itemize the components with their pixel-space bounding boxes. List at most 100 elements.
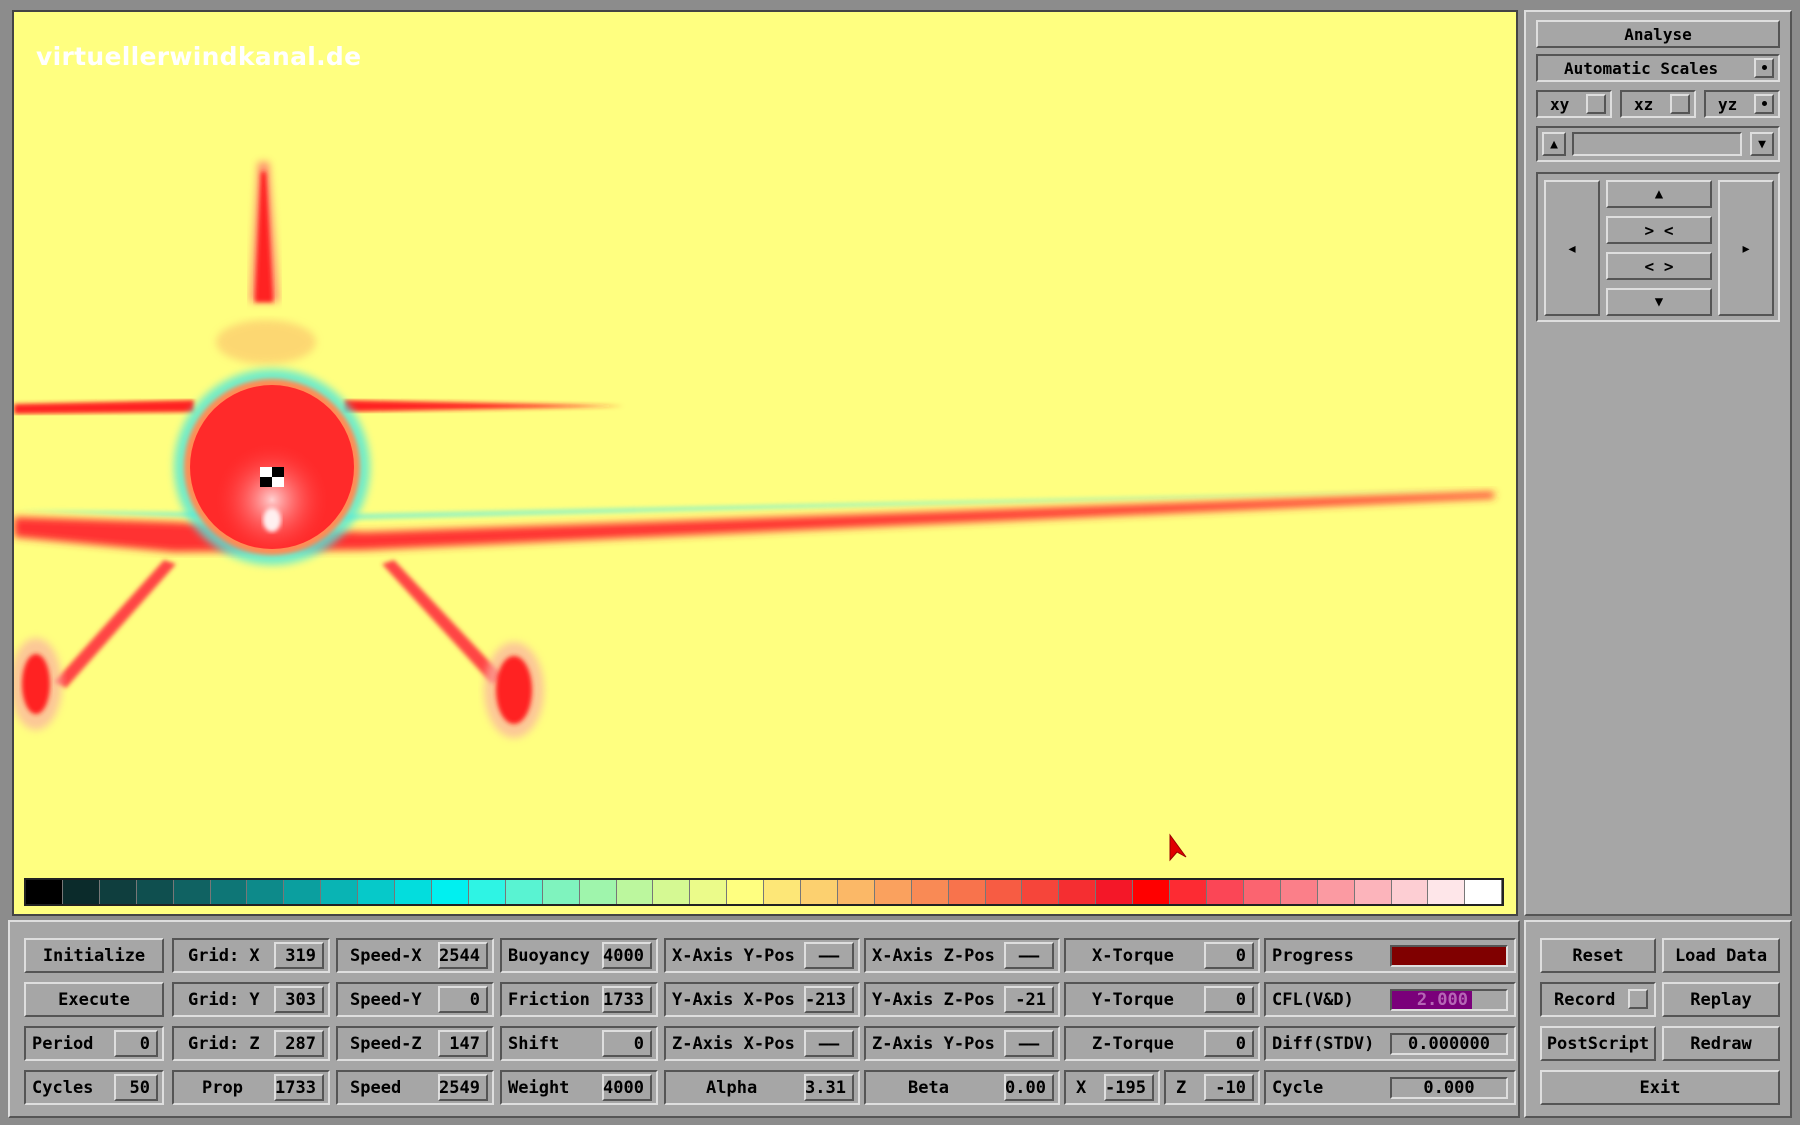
cfl-field: CFL(V&D) 2.000	[1264, 982, 1516, 1017]
x-axis-z-pos-value[interactable]: ——	[1004, 942, 1054, 969]
pan-right-button[interactable]: ▸	[1718, 180, 1774, 316]
x-torque-value[interactable]: 0	[1204, 942, 1254, 969]
x-axis-y-pos-label: X-Axis Y-Pos	[672, 945, 795, 966]
reset-button[interactable]: Reset	[1540, 938, 1656, 973]
zoom-out-button[interactable]: < >	[1606, 252, 1712, 280]
zoom-in-button[interactable]: > <	[1606, 216, 1712, 244]
view-control-panel: Analyse Automatic Scales xy xz yz ▲ ▼ ◂ …	[1524, 10, 1792, 916]
alpha-label: Alpha	[706, 1077, 758, 1098]
progress-bar	[1390, 944, 1508, 967]
color-scale-swatch	[542, 880, 580, 904]
record-checkbox[interactable]	[1628, 989, 1648, 1009]
friction-value[interactable]: 1733	[602, 986, 652, 1013]
z-axis-x-pos-value[interactable]: ——	[804, 1030, 854, 1057]
replay-label: Replay	[1690, 989, 1752, 1010]
initialize-button[interactable]: Initialize	[24, 938, 164, 973]
grid-y-value[interactable]: 303	[274, 986, 324, 1013]
weight-value[interactable]: 4000	[602, 1074, 652, 1101]
speed-y-value[interactable]: 0	[438, 986, 488, 1013]
speed-z-label: Speed-Z	[350, 1033, 422, 1054]
redraw-button[interactable]: Redraw	[1662, 1026, 1780, 1061]
pan-left-button[interactable]: ◂	[1544, 180, 1600, 316]
beta-value[interactable]: 0.00	[1004, 1074, 1054, 1101]
prop-value[interactable]: 1733	[274, 1074, 324, 1101]
analyse-button[interactable]: Analyse	[1536, 20, 1780, 48]
plane-yz-radio[interactable]	[1754, 94, 1774, 114]
down-arrow-icon: ▼	[1758, 136, 1766, 152]
color-scale-swatch	[395, 880, 432, 904]
color-scale-swatch	[690, 880, 728, 904]
replay-button[interactable]: Replay	[1662, 982, 1780, 1017]
execute-button[interactable]: Execute	[24, 982, 164, 1017]
grid-z-value[interactable]: 287	[274, 1030, 324, 1057]
exit-button[interactable]: Exit	[1540, 1070, 1780, 1105]
buoyancy-value[interactable]: 4000	[602, 942, 652, 969]
color-scale-swatch	[1133, 880, 1171, 904]
slice-up-button[interactable]: ▲	[1542, 132, 1566, 156]
initialize-label: Initialize	[42, 945, 146, 966]
z-position-value[interactable]: -10	[1204, 1074, 1254, 1101]
x-axis-y-pos-value[interactable]: ——	[804, 942, 854, 969]
grid-x-value[interactable]: 319	[274, 942, 324, 969]
simulation-viewport[interactable]: virtuellerwindkanal.de	[12, 10, 1518, 916]
x-position-field: X -195	[1064, 1070, 1160, 1105]
speed-x-value[interactable]: 2544	[438, 942, 488, 969]
plane-xy-toggle[interactable]: xy	[1536, 90, 1612, 118]
beta-label: Beta	[908, 1077, 949, 1098]
color-scale-swatch	[727, 880, 765, 904]
color-scale-swatch	[26, 880, 63, 904]
y-axis-x-pos-label: Y-Axis X-Pos	[672, 989, 795, 1010]
speed-value[interactable]: 2549	[438, 1074, 488, 1101]
grid-x-field: Grid: X 319	[172, 938, 330, 973]
slice-down-button[interactable]: ▼	[1750, 132, 1774, 156]
cycles-value[interactable]: 50	[114, 1074, 158, 1101]
shift-value[interactable]: 0	[602, 1030, 652, 1057]
x-position-value[interactable]: -195	[1104, 1074, 1154, 1101]
z-torque-field: Z-Torque 0	[1064, 1026, 1260, 1061]
y-axis-x-pos-value[interactable]: -213	[804, 986, 854, 1013]
slice-slider[interactable]: ▲ ▼	[1536, 126, 1780, 162]
record-toggle[interactable]: Record	[1540, 982, 1656, 1017]
color-scale-swatch	[1207, 880, 1244, 904]
z-axis-x-pos-label: Z-Axis X-Pos	[672, 1033, 795, 1054]
analyse-label: Analyse	[1624, 24, 1692, 44]
x-axis-z-pos-label: X-Axis Z-Pos	[872, 945, 995, 966]
speed-field: Speed 2549	[336, 1070, 494, 1105]
color-scale-swatch	[1391, 880, 1429, 904]
alpha-value[interactable]: 3.31	[804, 1074, 854, 1101]
grid-y-label: Grid: Y	[188, 989, 260, 1010]
z-torque-value[interactable]: 0	[1204, 1030, 1254, 1057]
period-label: Period	[32, 1033, 94, 1054]
pan-down-button[interactable]: ▼	[1606, 288, 1712, 316]
speed-y-field: Speed-Y 0	[336, 982, 494, 1017]
period-value[interactable]: 0	[114, 1030, 158, 1057]
color-scale-swatch	[1059, 880, 1097, 904]
color-scale-swatch	[1022, 880, 1060, 904]
slice-track[interactable]	[1572, 132, 1742, 156]
z-axis-y-pos-value[interactable]: ——	[1004, 1030, 1054, 1057]
automatic-scales-radio[interactable]	[1754, 58, 1774, 78]
plane-yz-toggle[interactable]: yz	[1704, 90, 1780, 118]
speed-z-value[interactable]: 147	[438, 1030, 488, 1057]
postscript-button[interactable]: PostScript	[1540, 1026, 1656, 1061]
plane-xy-radio[interactable]	[1586, 94, 1606, 114]
pan-up-button[interactable]: ▲	[1606, 180, 1712, 208]
diff-stdv-value: 0.000000	[1408, 1033, 1490, 1054]
x-position-label: X	[1076, 1077, 1087, 1098]
y-torque-value[interactable]: 0	[1204, 986, 1254, 1013]
speed-x-label: Speed-X	[350, 945, 422, 966]
watermark-text: virtuellerwindkanal.de	[36, 42, 362, 71]
y-axis-z-pos-value[interactable]: -21	[1004, 986, 1054, 1013]
color-scale-swatch	[801, 880, 838, 904]
color-scale-swatch	[764, 880, 802, 904]
color-scale-swatch	[616, 880, 654, 904]
plane-xz-toggle[interactable]: xz	[1620, 90, 1696, 118]
diff-stdv-display: 0.000000	[1390, 1032, 1508, 1055]
color-scale-swatch	[1096, 880, 1134, 904]
color-scale-swatch	[321, 880, 359, 904]
plane-xz-radio[interactable]	[1670, 94, 1690, 114]
cycle-value: 0.000	[1423, 1077, 1475, 1098]
y-torque-field: Y-Torque 0	[1064, 982, 1260, 1017]
automatic-scales-toggle[interactable]: Automatic Scales	[1536, 54, 1780, 82]
load-data-button[interactable]: Load Data	[1662, 938, 1780, 973]
